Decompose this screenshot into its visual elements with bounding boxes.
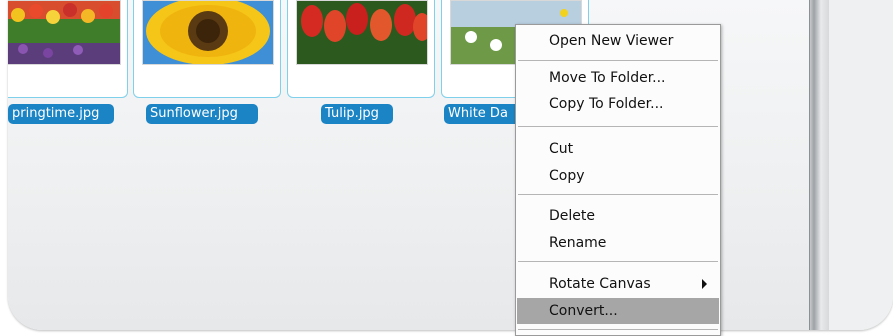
thumbnail-springtime[interactable] bbox=[8, 0, 128, 98]
thumbnail-label-sunflower[interactable]: Sunflower.jpg bbox=[146, 104, 258, 124]
pane-divider[interactable] bbox=[809, 0, 830, 330]
menu-item-rotate-canvas-label: Rotate Canvas bbox=[549, 276, 651, 292]
menu-separator bbox=[518, 126, 718, 127]
menu-separator bbox=[518, 261, 718, 262]
menu-item-copy-to-folder[interactable]: Copy To Folder... bbox=[517, 91, 719, 117]
thumbnail-label-tulip[interactable]: Tulip.jpg bbox=[321, 104, 393, 124]
menu-item-cut[interactable]: Cut bbox=[517, 136, 719, 162]
thumbnail-label-white-daisies[interactable]: White Da bbox=[444, 104, 524, 124]
menu-separator bbox=[518, 329, 718, 330]
springtime-image bbox=[8, 0, 121, 65]
menu-item-convert[interactable]: Convert... bbox=[517, 298, 719, 324]
tulip-image bbox=[296, 0, 428, 65]
menu-item-rotate-canvas[interactable]: Rotate Canvas bbox=[517, 271, 719, 297]
menu-separator bbox=[518, 194, 718, 195]
thumbnail-label-springtime[interactable]: pringtime.jpg bbox=[8, 104, 114, 124]
menu-item-rename[interactable]: Rename bbox=[517, 230, 719, 256]
thumbnail-sunflower[interactable] bbox=[133, 0, 281, 98]
menu-separator bbox=[518, 60, 718, 61]
menu-item-copy[interactable]: Copy bbox=[517, 163, 719, 189]
sunflower-image bbox=[142, 0, 274, 65]
thumbnail-tulip[interactable] bbox=[287, 0, 435, 98]
menu-item-move-to-folder[interactable]: Move To Folder... bbox=[517, 65, 719, 91]
context-menu: Open New Viewer Move To Folder... Copy T… bbox=[515, 24, 721, 336]
viewer-window: pringtime.jpg Sunflower.jpg Tulip.jpg Wh… bbox=[8, 0, 893, 330]
menu-item-open-new-viewer[interactable]: Open New Viewer bbox=[517, 28, 719, 54]
submenu-arrow-icon bbox=[702, 279, 707, 289]
menu-item-delete[interactable]: Delete bbox=[517, 203, 719, 229]
right-panel bbox=[829, 0, 893, 330]
